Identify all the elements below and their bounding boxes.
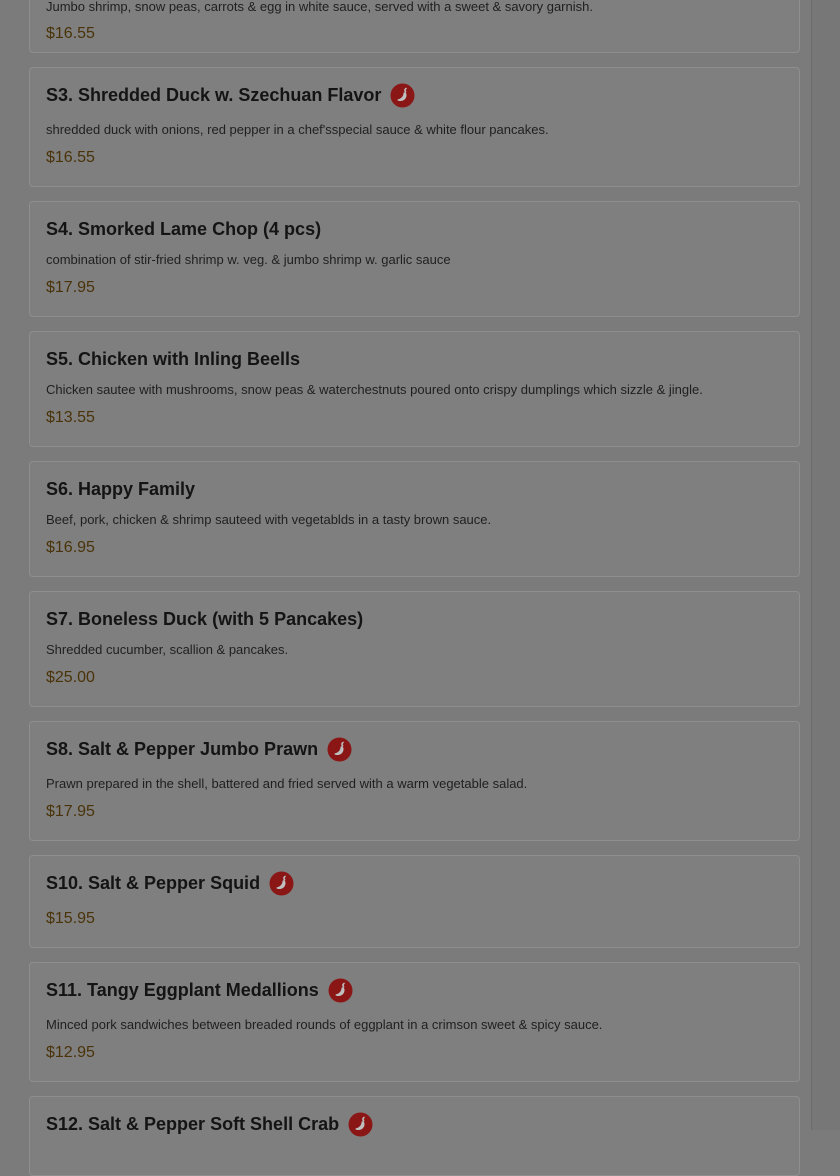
item-description: Prawn prepared in the shell, battered an… — [46, 776, 528, 791]
menu-item-card[interactable]: S10. Salt & Pepper Squid $15.95 — [29, 855, 800, 948]
item-price: $12.95 — [46, 1044, 95, 1061]
item-title-row: S5. Chicken with Inling Beells — [46, 345, 300, 373]
menu-item-card[interactable]: S7. Boneless Duck (with 5 Pancakes) Shred… — [29, 591, 800, 707]
item-description: Minced pork sandwiches between breaded r… — [46, 1017, 603, 1032]
item-description: Beef, pork, chicken & shrimp sauteed wit… — [46, 512, 492, 527]
item-price: $16.55 — [46, 149, 95, 166]
item-title: S12. Salt & Pepper Soft Shell Crab — [46, 1113, 340, 1134]
item-title: S10. Salt & Pepper Squid — [46, 872, 261, 893]
scrollbar[interactable] — [811, 0, 840, 1130]
item-description: Chicken sautee with mushrooms, snow peas… — [46, 382, 703, 397]
item-title-row: S7. Boneless Duck (with 5 Pancakes) — [46, 605, 363, 633]
item-title: S5. Chicken with Inling Beells — [46, 348, 301, 369]
item-price: $17.95 — [46, 279, 95, 296]
item-price: $16.55 — [46, 25, 95, 42]
item-price: $17.95 — [46, 803, 95, 820]
item-title: S8. Salt & Pepper Jumbo Prawn — [46, 738, 319, 759]
item-title: S6. Happy Family — [46, 478, 196, 499]
item-title-row: S10. Salt & Pepper Squid — [46, 869, 294, 897]
item-title-row: S4. Smorked Lame Chop (4 pcs) — [46, 215, 321, 243]
item-price: $15.95 — [46, 910, 95, 927]
menu-item-card[interactable]: S11. Tangy Eggplant Medallions Minced por… — [29, 962, 800, 1082]
menu-item-card[interactable]: S5. Chicken with Inling Beells Chicken sa… — [29, 331, 800, 447]
item-title-row: S8. Salt & Pepper Jumbo Prawn — [46, 735, 352, 763]
spicy-pepper-icon — [348, 1112, 373, 1137]
item-title: S11. Tangy Eggplant Medallions — [46, 979, 319, 1000]
item-title-row: S6. Happy Family — [46, 475, 195, 503]
item-title-row: S11. Tangy Eggplant Medallions — [46, 976, 353, 1004]
item-price: $13.55 — [46, 409, 95, 426]
menu-item-card[interactable]: S3. Shredded Duck w. Szechuan Flavor shre… — [29, 67, 800, 187]
item-description: shredded duck with onions, red pepper in… — [46, 122, 549, 137]
menu-item-card[interactable]: S6. Happy Family Beef, pork, chicken & sh… — [29, 461, 800, 577]
item-description: Jumbo shrimp, snow peas, carrots & egg i… — [46, 0, 593, 14]
menu-item-card[interactable]: S12. Salt & Pepper Soft Shell Crab — [29, 1096, 800, 1176]
menu-item-card[interactable]: S4. Smorked Lame Chop (4 pcs) combination… — [29, 201, 800, 317]
spicy-pepper-icon — [269, 871, 294, 896]
spicy-pepper-icon — [328, 978, 353, 1003]
item-title: S3. Shredded Duck w. Szechuan Flavor — [46, 84, 382, 105]
spicy-pepper-icon — [327, 737, 352, 762]
menu-item-card[interactable]: Jumbo shrimp, snow peas, carrots & egg i… — [29, 0, 800, 53]
item-price: $25.00 — [46, 669, 95, 686]
item-title-row: S3. Shredded Duck w. Szechuan Flavor — [46, 81, 415, 109]
item-description: combination of stir-fried shrimp w. veg.… — [46, 252, 451, 267]
item-title: S7. Boneless Duck (with 5 Pancakes) — [46, 608, 364, 629]
menu-item-card[interactable]: S8. Salt & Pepper Jumbo Prawn Prawn prepa… — [29, 721, 800, 841]
item-title: S4. Smorked Lame Chop (4 pcs) — [46, 218, 322, 239]
item-title-row: S12. Salt & Pepper Soft Shell Crab — [46, 1110, 373, 1138]
spicy-pepper-icon — [390, 83, 415, 108]
item-price: $16.95 — [46, 539, 95, 556]
item-description: Shredded cucumber, scallion & pancakes. — [46, 642, 289, 657]
